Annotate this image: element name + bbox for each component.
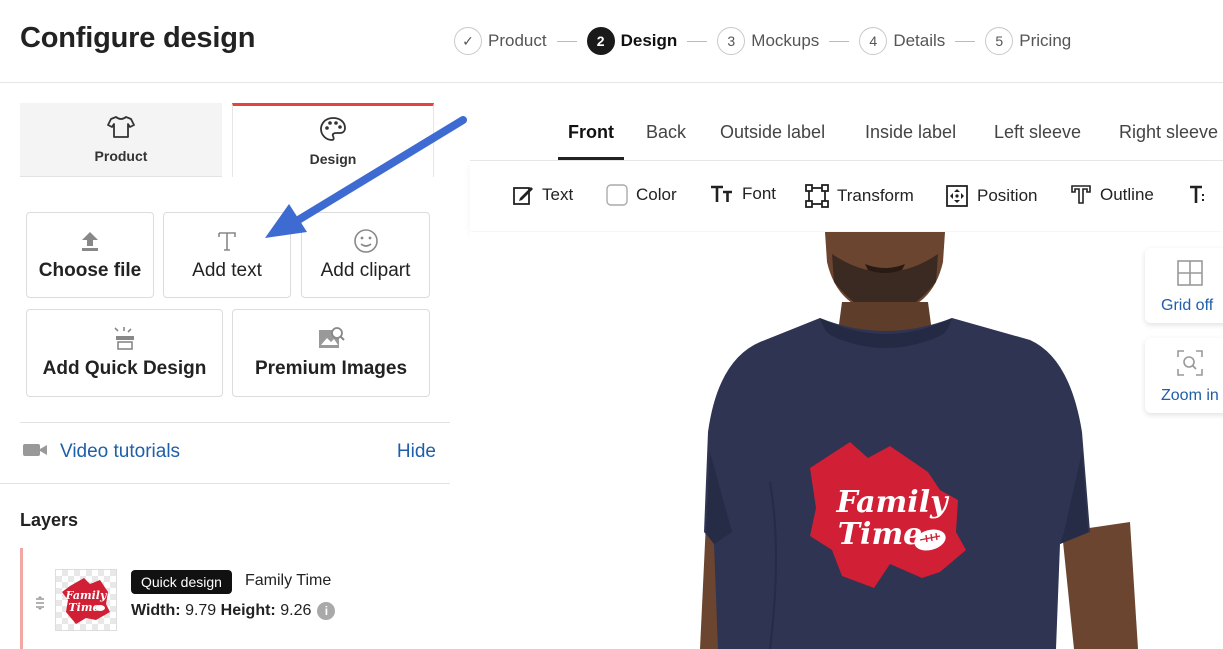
tshirt-icon bbox=[107, 115, 135, 142]
upload-icon bbox=[79, 228, 101, 254]
outline-tool-button[interactable]: Outline bbox=[1070, 184, 1154, 206]
step-divider bbox=[955, 40, 976, 42]
step-divider bbox=[556, 40, 577, 42]
check-icon: ✓ bbox=[454, 27, 482, 55]
step-details[interactable]: 4 Details bbox=[859, 27, 945, 55]
button-label: Add Quick Design bbox=[42, 358, 207, 379]
header: Configure design ✓ Product 2 Design 3 Mo… bbox=[0, 0, 1223, 83]
color-tool-button[interactable]: Color bbox=[606, 184, 677, 206]
choose-file-button[interactable]: Choose file bbox=[26, 212, 154, 298]
more-tool-button[interactable] bbox=[1188, 184, 1218, 206]
step-pricing[interactable]: 5 Pricing bbox=[985, 27, 1071, 55]
tab-product[interactable]: Product bbox=[20, 103, 222, 177]
tool-label: Position bbox=[977, 186, 1038, 205]
magic-wand-icon bbox=[112, 326, 138, 352]
tool-label: Color bbox=[636, 185, 677, 204]
zoom-in-button[interactable]: Zoom in bbox=[1145, 338, 1223, 413]
transform-tool-button[interactable]: Transform bbox=[805, 184, 914, 208]
tab-back[interactable]: Back bbox=[646, 122, 686, 143]
print-text-line1: Family bbox=[835, 485, 950, 520]
step-divider bbox=[829, 40, 850, 42]
design-canvas[interactable]: Family Time bbox=[470, 232, 1223, 649]
design-toolbar: Text Color Font Transform Position Outli… bbox=[470, 161, 1223, 231]
step-number: 5 bbox=[985, 27, 1014, 55]
video-tutorials-link[interactable]: Video tutorials bbox=[60, 441, 180, 463]
font-icon bbox=[710, 184, 734, 204]
outline-text-icon bbox=[1070, 184, 1092, 206]
annotation-arrow bbox=[265, 116, 467, 238]
width-value: 9.79 bbox=[185, 602, 217, 619]
tab-right-sleeve[interactable]: Right sleeve bbox=[1119, 122, 1218, 143]
step-label: Pricing bbox=[1019, 31, 1072, 50]
height-value: 9.26 bbox=[280, 602, 312, 619]
text-style-icon bbox=[1188, 184, 1210, 206]
step-number: 3 bbox=[717, 27, 746, 55]
font-tool-button[interactable]: Font bbox=[710, 184, 776, 204]
layer-thumbnail: Family Time bbox=[55, 569, 117, 631]
step-label: Product bbox=[488, 31, 547, 50]
edit-text-icon bbox=[512, 184, 534, 206]
page-title: Configure design bbox=[20, 22, 256, 54]
info-icon[interactable]: i bbox=[317, 602, 336, 620]
layer-item[interactable]: Family Time Quick design Family Time Wid… bbox=[20, 548, 440, 649]
placement-tabs: Front Back Outside label Inside label Le… bbox=[470, 102, 1223, 161]
drag-handle-icon[interactable] bbox=[35, 596, 45, 610]
image-search-icon bbox=[317, 326, 345, 352]
step-product[interactable]: ✓ Product bbox=[454, 27, 547, 55]
print-text-line2: Time bbox=[838, 517, 923, 552]
zoom-label: Zoom in bbox=[1161, 387, 1219, 404]
tab-left-sleeve[interactable]: Left sleeve bbox=[994, 122, 1081, 143]
position-icon bbox=[945, 184, 969, 208]
divider bbox=[0, 483, 450, 484]
text-tool-button[interactable]: Text bbox=[512, 184, 573, 206]
grid-icon bbox=[1177, 260, 1203, 291]
step-mockups[interactable]: 3 Mockups bbox=[717, 27, 819, 55]
tool-label: Outline bbox=[1100, 185, 1154, 204]
step-label: Mockups bbox=[751, 31, 820, 50]
thumb-text-line2: Time bbox=[68, 601, 99, 614]
button-label: Premium Images bbox=[254, 358, 408, 379]
step-number: 2 bbox=[586, 27, 615, 55]
premium-images-button[interactable]: Premium Images bbox=[232, 309, 430, 397]
active-tab-indicator bbox=[558, 157, 624, 160]
video-tutorials-row: Video tutorials Hide bbox=[22, 439, 436, 465]
button-label: Add clipart bbox=[320, 260, 411, 281]
tab-inside-label[interactable]: Inside label bbox=[865, 122, 956, 143]
grid-toggle-button[interactable]: Grid off bbox=[1145, 248, 1223, 323]
layer-dimensions: Width: 9.79 Height: 9.26 i bbox=[131, 602, 336, 620]
step-design[interactable]: 2 Design bbox=[586, 27, 678, 55]
step-number: 4 bbox=[859, 27, 888, 55]
step-divider bbox=[687, 40, 708, 42]
tab-outside-label[interactable]: Outside label bbox=[720, 122, 825, 143]
add-quick-design-button[interactable]: Add Quick Design bbox=[26, 309, 223, 397]
hide-link[interactable]: Hide bbox=[397, 441, 436, 463]
tshirt-mockup: Family Time bbox=[700, 232, 1138, 649]
tab-front[interactable]: Front bbox=[568, 122, 614, 143]
quick-design-badge: Quick design bbox=[131, 570, 232, 594]
button-label: Choose file bbox=[38, 260, 142, 281]
height-label: Height: bbox=[220, 602, 276, 619]
text-icon bbox=[216, 228, 238, 254]
tab-label: Product bbox=[94, 148, 148, 164]
step-label: Details bbox=[893, 31, 946, 50]
position-tool-button[interactable]: Position bbox=[945, 184, 1037, 208]
button-label: Add text bbox=[192, 260, 262, 281]
step-label: Design bbox=[620, 31, 678, 50]
tool-label: Text bbox=[542, 185, 574, 204]
zoom-in-icon bbox=[1177, 350, 1203, 381]
color-swatch-icon bbox=[606, 184, 628, 206]
grid-label: Grid off bbox=[1161, 297, 1214, 314]
video-camera-icon bbox=[22, 441, 48, 464]
layer-name: Family Time bbox=[245, 572, 332, 589]
layers-heading: Layers bbox=[20, 510, 79, 530]
transform-icon bbox=[805, 184, 829, 208]
tool-label: Font bbox=[742, 184, 777, 203]
tool-label: Transform bbox=[837, 186, 914, 205]
divider bbox=[20, 422, 450, 423]
progress-stepper: ✓ Product 2 Design 3 Mockups 4 Details 5… bbox=[454, 26, 1071, 56]
width-label: Width: bbox=[131, 602, 181, 619]
